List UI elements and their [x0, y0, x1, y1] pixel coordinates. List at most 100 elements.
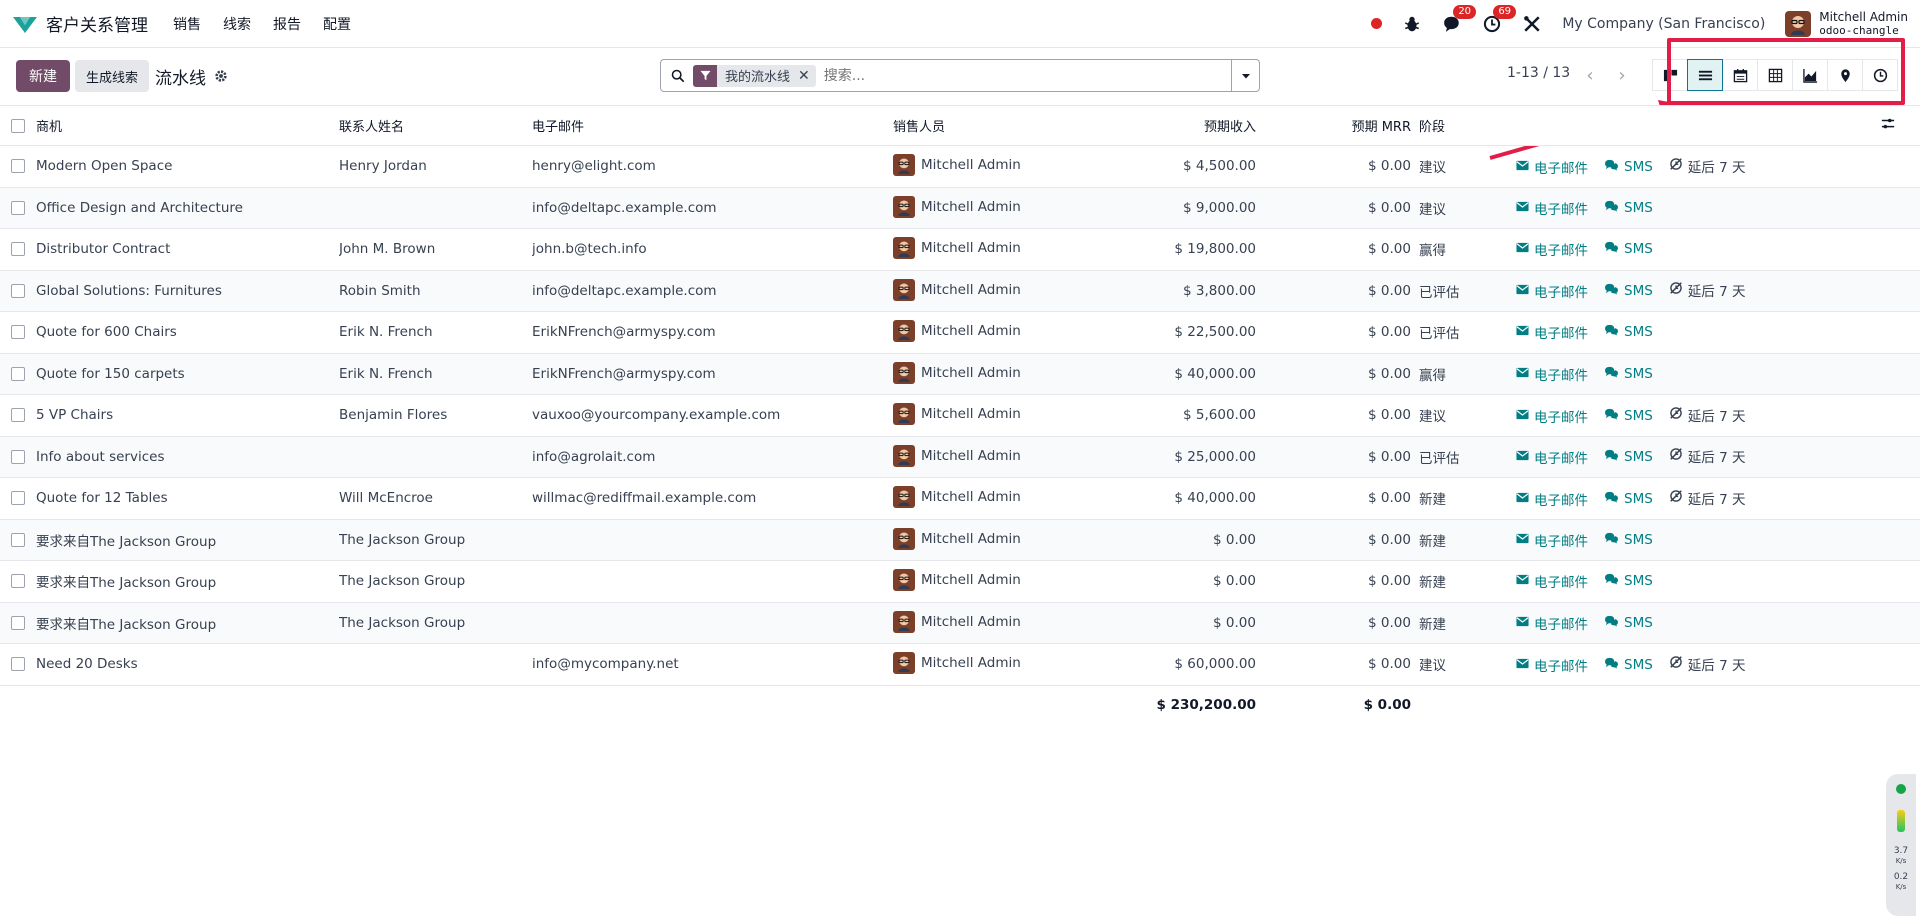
postpone-action-button[interactable]: 延后 7 天 — [1669, 280, 1745, 300]
new-button[interactable]: 新建 — [16, 60, 70, 92]
opportunity-name[interactable]: 5 VP Chairs — [36, 394, 339, 437]
email-action-button[interactable]: 电子邮件 — [1516, 198, 1588, 218]
select-all-checkbox[interactable] — [11, 118, 25, 133]
activities-clock-icon[interactable]: 69 — [1482, 4, 1517, 34]
email-action-button[interactable]: 电子邮件 — [1516, 322, 1588, 342]
list-view-button[interactable] — [1687, 59, 1723, 91]
sms-action-button[interactable]: SMS — [1604, 491, 1653, 507]
row-checkbox[interactable] — [11, 283, 25, 298]
opportunity-name[interactable]: Office Design and Architecture — [36, 187, 339, 229]
calendar-view-button[interactable] — [1722, 59, 1758, 91]
table-row[interactable]: Distributor Contract John M. Brown john.b@… — [0, 228, 1920, 271]
pivot-view-button[interactable] — [1757, 59, 1793, 91]
row-checkbox[interactable] — [11, 366, 25, 381]
generate-leads-button[interactable]: 生成线索 — [75, 60, 150, 92]
table-row[interactable]: 5 VP Chairs Benjamin Flores vauxoo@yourcom… — [0, 394, 1920, 437]
sms-action-button[interactable]: SMS — [1604, 449, 1653, 465]
graph-view-button[interactable] — [1792, 59, 1828, 91]
opportunity-name[interactable]: Modern Open Space — [36, 145, 339, 188]
sms-action-button[interactable]: SMS — [1604, 159, 1653, 175]
table-row[interactable]: 要求来自The Jackson Group The Jackson Group Mi… — [0, 519, 1920, 561]
tools-icon[interactable] — [1522, 14, 1542, 34]
col-header-name[interactable]: 商机 — [36, 105, 339, 146]
gear-icon[interactable] — [214, 69, 228, 83]
opportunity-name[interactable]: Global Solutions: Furnitures — [36, 270, 339, 312]
messages-icon[interactable]: 20 — [1442, 4, 1477, 34]
facet-remove-icon[interactable]: ✕ — [798, 68, 816, 84]
email-action-button[interactable]: 电子邮件 — [1516, 281, 1588, 301]
company-switcher[interactable]: My Company (San Francisco) — [1562, 16, 1765, 32]
email-action-button[interactable]: 电子邮件 — [1516, 239, 1588, 259]
email-action-button[interactable]: 电子邮件 — [1516, 157, 1588, 177]
menu-sales[interactable]: 销售 — [162, 14, 212, 34]
table-row[interactable]: Info about services info@agrolait.com Mitc… — [0, 436, 1920, 478]
pager-previous-icon[interactable]: ‹ — [1575, 60, 1605, 90]
kanban-view-button[interactable] — [1652, 59, 1688, 91]
opportunity-name[interactable]: Distributor Contract — [36, 228, 339, 271]
table-row[interactable]: Quote for 150 carpets Erik N. French ErikN… — [0, 353, 1920, 395]
sms-action-button[interactable]: SMS — [1604, 615, 1653, 631]
table-row[interactable]: Need 20 Desks info@mycompany.net Mitchell … — [0, 643, 1920, 686]
table-row[interactable]: 要求来自The Jackson Group The Jackson Group Mi… — [0, 602, 1920, 644]
app-logo[interactable]: 客户关系管理 — [12, 11, 148, 36]
postpone-action-button[interactable]: 延后 7 天 — [1669, 156, 1745, 176]
row-checkbox[interactable] — [11, 491, 25, 506]
map-view-button[interactable] — [1827, 59, 1863, 91]
sms-action-button[interactable]: SMS — [1604, 532, 1653, 548]
email-action-button[interactable]: 电子邮件 — [1516, 613, 1588, 633]
postpone-action-button[interactable]: 延后 7 天 — [1669, 446, 1745, 466]
sms-action-button[interactable]: SMS — [1604, 408, 1653, 424]
recording-status-icon[interactable] — [1371, 18, 1383, 29]
table-row[interactable]: Global Solutions: Furnitures Robin Smith i… — [0, 270, 1920, 312]
col-header-contact[interactable]: 联系人姓名 — [339, 105, 532, 146]
sms-action-button[interactable]: SMS — [1604, 283, 1653, 299]
sms-action-button[interactable]: SMS — [1604, 657, 1653, 673]
opportunity-name[interactable]: Quote for 600 Chairs — [36, 311, 339, 354]
email-action-button[interactable]: 电子邮件 — [1516, 447, 1588, 467]
user-menu[interactable]: Mitchell Admin odoo-changle — [1785, 10, 1908, 37]
table-row[interactable]: Quote for 12 Tables Will McEncroe willmac@… — [0, 477, 1920, 520]
row-checkbox[interactable] — [11, 408, 25, 423]
postpone-action-button[interactable]: 延后 7 天 — [1669, 405, 1745, 425]
postpone-action-button[interactable]: 延后 7 天 — [1669, 654, 1745, 674]
opportunity-name[interactable]: Quote for 150 carpets — [36, 353, 339, 395]
pager-next-icon[interactable]: › — [1607, 60, 1637, 90]
table-row[interactable]: Office Design and Architecture info@delta… — [0, 187, 1920, 229]
opportunity-name[interactable]: 要求来自The Jackson Group — [36, 560, 339, 603]
debug-bug-icon[interactable] — [1402, 14, 1422, 34]
table-row[interactable]: Quote for 600 Chairs Erik N. French ErikNF… — [0, 311, 1920, 354]
row-checkbox[interactable] — [11, 159, 25, 174]
col-header-salesperson[interactable]: 销售人员 — [893, 105, 1098, 146]
menu-reports[interactable]: 报告 — [262, 14, 312, 34]
postpone-action-button[interactable]: 延后 7 天 — [1669, 488, 1745, 508]
row-checkbox[interactable] — [11, 532, 25, 547]
menu-config[interactable]: 配置 — [312, 14, 362, 34]
opportunity-name[interactable]: Info about services — [36, 436, 339, 478]
email-action-button[interactable]: 电子邮件 — [1516, 571, 1588, 591]
table-row[interactable]: Modern Open Space Henry Jordan henry@eligh… — [0, 145, 1920, 188]
email-action-button[interactable]: 电子邮件 — [1516, 406, 1588, 426]
menu-leads[interactable]: 线索 — [212, 14, 262, 34]
table-row[interactable]: 要求来自The Jackson Group The Jackson Group Mi… — [0, 560, 1920, 603]
opportunity-name[interactable]: Need 20 Desks — [36, 643, 339, 686]
search-options-toggle[interactable] — [1231, 60, 1259, 91]
sms-action-button[interactable]: SMS — [1604, 200, 1653, 216]
optional-columns-toggle-icon[interactable] — [1881, 118, 1895, 135]
opportunity-name[interactable]: 要求来自The Jackson Group — [36, 602, 339, 644]
row-checkbox[interactable] — [11, 449, 25, 464]
opportunity-name[interactable]: 要求来自The Jackson Group — [36, 519, 339, 561]
email-action-button[interactable]: 电子邮件 — [1516, 530, 1588, 550]
sms-action-button[interactable]: SMS — [1604, 366, 1653, 382]
row-checkbox[interactable] — [11, 615, 25, 630]
sms-action-button[interactable]: SMS — [1604, 241, 1653, 257]
activity-view-button[interactable] — [1862, 59, 1898, 91]
col-header-stage[interactable]: 阶段 — [1411, 105, 1501, 146]
row-checkbox[interactable] — [11, 657, 25, 672]
email-action-button[interactable]: 电子邮件 — [1516, 655, 1588, 675]
row-checkbox[interactable] — [11, 200, 25, 215]
sms-action-button[interactable]: SMS — [1604, 573, 1653, 589]
search-input[interactable] — [823, 67, 1231, 84]
row-checkbox[interactable] — [11, 242, 25, 257]
opportunity-name[interactable]: Quote for 12 Tables — [36, 477, 339, 520]
network-monitor-widget[interactable]: 3.7 K/s 0.2 K/s — [1886, 774, 1916, 916]
